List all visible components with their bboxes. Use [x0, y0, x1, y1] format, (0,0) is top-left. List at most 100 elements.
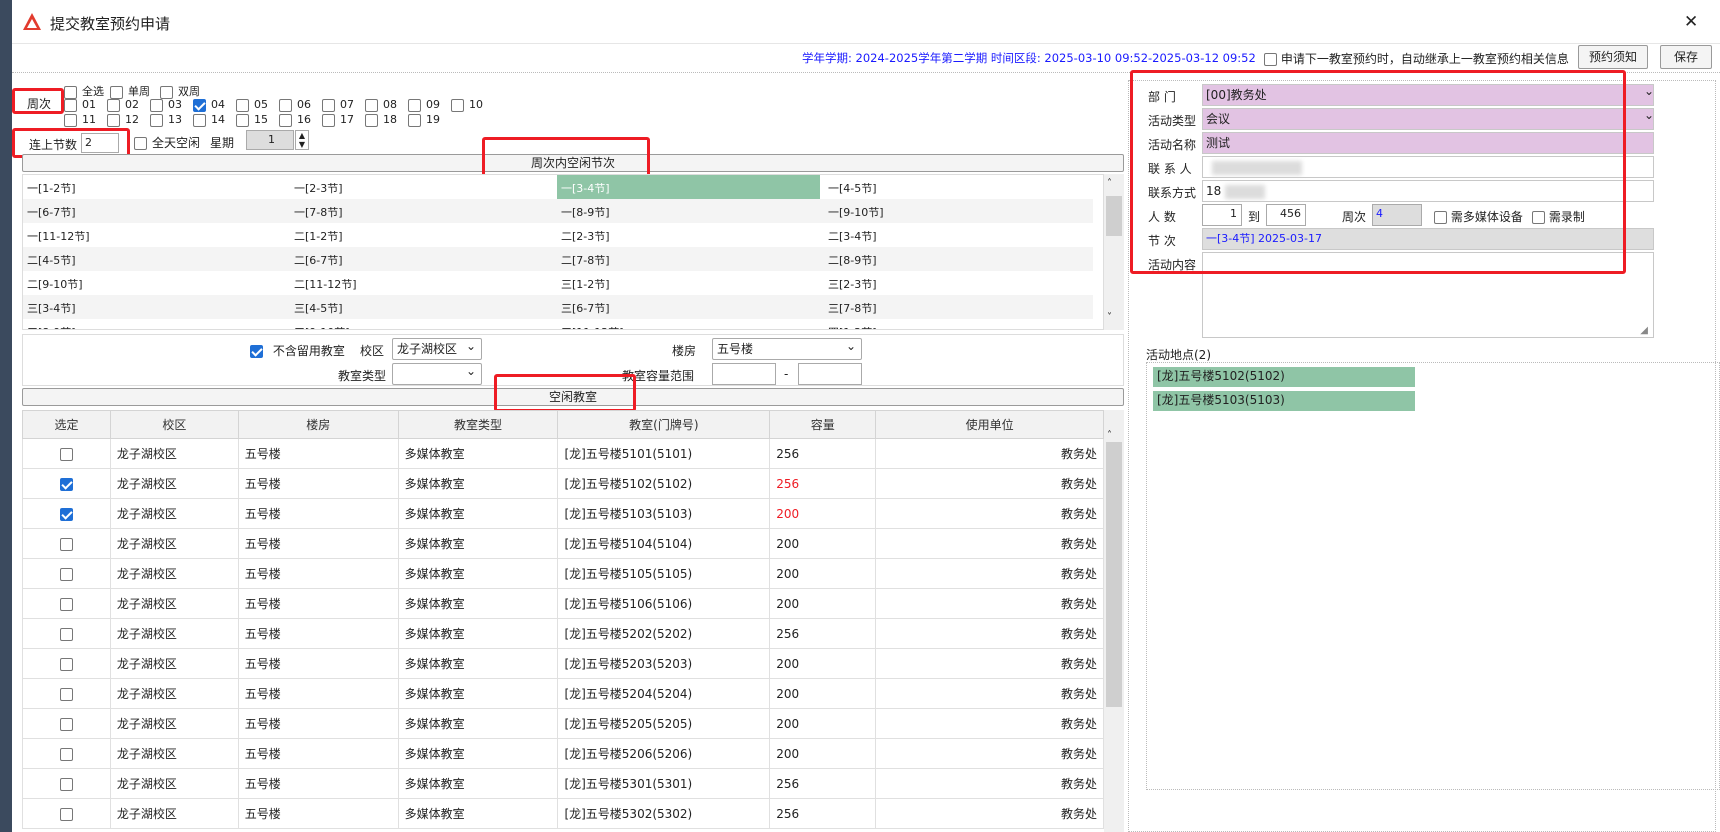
row-select-checkbox[interactable] [59, 477, 73, 491]
slot-cell[interactable]: 一[9-10节] [828, 204, 884, 220]
row-select-checkbox[interactable] [59, 777, 73, 791]
slot-cell[interactable]: 二[9-10节] [27, 276, 83, 292]
column-header[interactable]: 教室类型 [397, 410, 559, 439]
close-icon[interactable]: ✕ [1684, 12, 1698, 32]
week-checkbox[interactable] [279, 98, 292, 112]
week-06[interactable]: 06 [279, 98, 311, 112]
slot-scrollbar[interactable]: ˄ ˅ [1104, 174, 1124, 330]
week-checkbox[interactable] [322, 98, 335, 112]
slot-cell[interactable]: 一[4-5节] [828, 180, 877, 196]
building-select[interactable]: 五号楼 [712, 336, 862, 360]
row-select-checkbox[interactable] [59, 567, 73, 581]
resize-handle-icon[interactable]: ◢ [1640, 325, 1648, 336]
slot-cell[interactable]: 三[9-10节] [294, 324, 350, 329]
table-row[interactable]: 龙子湖校区 五号楼 多媒体教室 [龙]五号楼5204(5204) 200 教务处 [22, 678, 1104, 709]
week-checkbox[interactable] [64, 113, 77, 127]
column-header[interactable]: 容量 [769, 410, 877, 439]
week-checkbox[interactable] [236, 98, 249, 112]
place-item[interactable]: [龙]五号楼5103(5103) [1153, 391, 1415, 411]
week-15[interactable]: 15 [236, 113, 268, 127]
exclude-reserved[interactable]: 不含留用教室 [250, 342, 345, 359]
week-checkbox[interactable] [365, 98, 378, 112]
table-row[interactable]: 龙子湖校区 五号楼 多媒体教室 [龙]五号楼5101(5101) 256 教务处 [22, 438, 1104, 469]
week-01[interactable]: 01 [64, 98, 96, 112]
table-row[interactable]: 龙子湖校区 五号楼 多媒体教室 [龙]五号楼5102(5102) 256 教务处 [22, 468, 1104, 499]
campus-select[interactable]: 龙子湖校区 [392, 336, 482, 360]
slot-cell[interactable]: 二[7-8节] [561, 252, 610, 268]
weekday-input[interactable]: 1 [246, 130, 294, 150]
select-cell[interactable] [22, 468, 111, 499]
row-select-checkbox[interactable] [59, 807, 73, 821]
slot-cell[interactable]: 二[8-9节] [828, 252, 877, 268]
table-row[interactable]: 龙子湖校区 五号楼 多媒体教室 [龙]五号楼5202(5202) 256 教务处 [22, 618, 1104, 649]
select-all-checkbox[interactable] [64, 85, 77, 99]
select-cell[interactable] [22, 648, 111, 679]
row-select-checkbox[interactable] [59, 507, 73, 521]
slot-cell[interactable]: 一[2-3节] [294, 180, 343, 196]
select-cell[interactable] [22, 618, 111, 649]
table-scroll-up-icon[interactable]: ˄ [1107, 430, 1112, 441]
table-row[interactable]: 龙子湖校区 五号楼 多媒体教室 [龙]五号楼5106(5106) 200 教务处 [22, 588, 1104, 619]
week-checkbox[interactable] [408, 98, 421, 112]
slot-cell[interactable]: 二[4-5节] [27, 252, 76, 268]
week-08[interactable]: 08 [365, 98, 397, 112]
week-03[interactable]: 03 [150, 98, 182, 112]
select-cell[interactable] [22, 798, 111, 829]
scroll-down-icon[interactable]: ˅ [1107, 312, 1112, 323]
select-cell[interactable] [22, 738, 111, 769]
table-row[interactable]: 龙子湖校区 五号楼 多媒体教室 [龙]五号楼5105(5105) 200 教务处 [22, 558, 1104, 589]
table-row[interactable]: 龙子湖校区 五号楼 多媒体教室 [龙]五号楼5302(5302) 256 教务处 [22, 798, 1104, 829]
room-type-select[interactable] [392, 361, 482, 385]
slot-cell[interactable]: 三[11-12节] [561, 324, 624, 329]
table-scrollbar[interactable]: ˄ [1104, 410, 1124, 832]
slot-cell[interactable]: 一[7-8节] [294, 204, 343, 220]
inherit-checkbox[interactable] [1264, 53, 1277, 66]
slot-cell[interactable]: 三[4-5节] [294, 300, 343, 316]
week-checkbox[interactable] [279, 113, 292, 127]
slot-cell[interactable]: 三[3-4节] [27, 300, 76, 316]
select-cell[interactable] [22, 768, 111, 799]
even-week[interactable]: 双周 [160, 83, 200, 99]
week-checkbox[interactable] [107, 113, 120, 127]
row-select-checkbox[interactable] [59, 687, 73, 701]
week-checkbox[interactable] [408, 113, 421, 127]
slot-cell[interactable]: 二[1-2节] [294, 228, 343, 244]
scroll-up-icon[interactable]: ˄ [1107, 178, 1112, 189]
capacity-min-input[interactable] [712, 363, 776, 385]
even-week-checkbox[interactable] [160, 85, 173, 99]
select-cell[interactable] [22, 438, 111, 469]
table-row[interactable]: 龙子湖校区 五号楼 多媒体教室 [龙]五号楼5103(5103) 200 教务处 [22, 498, 1104, 529]
column-header[interactable]: 教室(门牌号) [557, 410, 771, 439]
slot-cell[interactable]: 二[11-12节] [294, 276, 357, 292]
odd-week[interactable]: 单周 [110, 83, 150, 99]
table-row[interactable]: 龙子湖校区 五号楼 多媒体教室 [龙]五号楼5104(5104) 200 教务处 [22, 528, 1104, 559]
week-12[interactable]: 12 [107, 113, 139, 127]
select-cell[interactable] [22, 528, 111, 559]
slot-cell[interactable]: 三[7-8节] [828, 300, 877, 316]
week-14[interactable]: 14 [193, 113, 225, 127]
week-checkbox[interactable] [322, 113, 335, 127]
week-checkbox[interactable] [150, 113, 163, 127]
odd-week-checkbox[interactable] [110, 85, 123, 99]
slot-cell[interactable]: 一[3-4节] [557, 175, 820, 201]
row-select-checkbox[interactable] [59, 627, 73, 641]
slot-cell[interactable]: 四[1-2节] [828, 324, 877, 329]
save-button[interactable]: 保存 [1660, 45, 1712, 69]
slot-cell[interactable]: 一[8-9节] [561, 204, 610, 220]
slot-cell[interactable]: 二[2-3节] [561, 228, 610, 244]
slot-cell[interactable]: 一[6-7节] [27, 204, 76, 220]
week-checkbox[interactable] [64, 98, 77, 112]
allday-checkbox[interactable] [134, 137, 147, 150]
table-row[interactable]: 龙子湖校区 五号楼 多媒体教室 [龙]五号楼5206(5206) 200 教务处 [22, 738, 1104, 769]
week-07[interactable]: 07 [322, 98, 354, 112]
week-13[interactable]: 13 [150, 113, 182, 127]
table-scroll-thumb[interactable] [1106, 442, 1122, 707]
slot-cell[interactable]: 一[11-12节] [27, 228, 90, 244]
week-checkbox[interactable] [150, 98, 163, 112]
scroll-thumb[interactable] [1106, 196, 1122, 236]
week-checkbox[interactable] [365, 113, 378, 127]
week-checkbox[interactable] [107, 98, 120, 112]
slot-cell[interactable]: 一[1-2节] [27, 180, 76, 196]
column-header[interactable]: 使用单位 [875, 410, 1104, 439]
week-checkbox[interactable] [193, 113, 206, 127]
